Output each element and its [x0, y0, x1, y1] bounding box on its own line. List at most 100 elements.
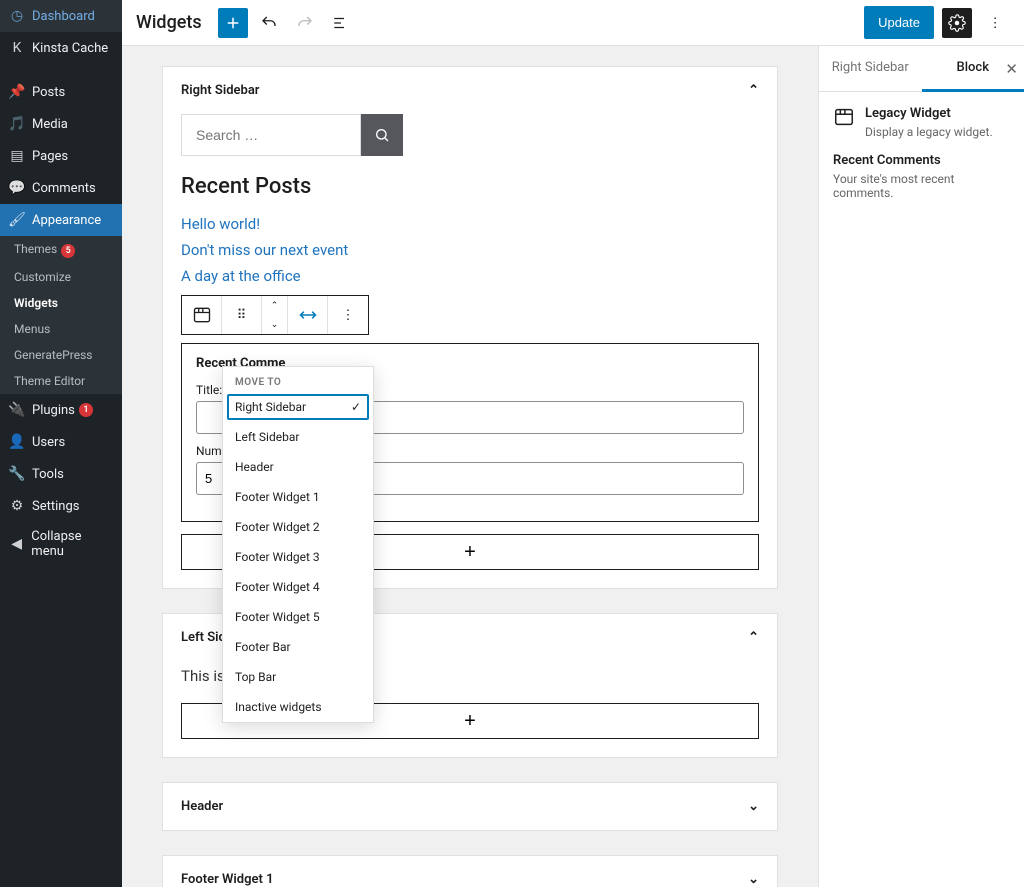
sidebar-item-users[interactable]: 👤Users: [0, 426, 122, 458]
pages-icon: ▤: [8, 147, 26, 165]
page-title: Widgets: [136, 12, 202, 33]
sidebar-item-label: Collapse menu: [31, 529, 114, 559]
sidebar-item-settings[interactable]: ⚙ Settings: [0, 490, 122, 522]
sidebar-item-label: Plugins: [32, 403, 75, 418]
sidebar-sub-themes[interactable]: Themes5: [0, 236, 122, 264]
badge: 1: [79, 403, 93, 417]
panel-footer-widget-1: Footer Widget 1 ⌄: [162, 855, 778, 887]
panel-title: Right Sidebar: [181, 83, 259, 98]
block-toolbar: ⠿ ⌃⌄ ⋮: [181, 295, 369, 335]
inspector-tab-area[interactable]: Right Sidebar: [819, 46, 922, 91]
sidebar-item-appearance[interactable]: 🖌 Appearance: [0, 204, 122, 236]
settings-icon: ⚙: [8, 497, 26, 515]
block-inspector: Right Sidebar Block ✕ Legacy Widget Disp…: [818, 46, 1024, 887]
moveto-item[interactable]: Footer Widget 2: [223, 512, 373, 542]
sidebar-item-label: Comments: [32, 181, 96, 196]
sidebar-item-plugins[interactable]: 🔌 Plugins 1: [0, 394, 122, 426]
sidebar-item-comments[interactable]: 💬 Comments: [0, 172, 122, 204]
moveto-item[interactable]: Footer Widget 3: [223, 542, 373, 572]
sidebar-sub-menus[interactable]: Menus: [0, 316, 122, 342]
sidebar-item-collapse[interactable]: ◀ Collapse menu: [0, 522, 122, 566]
panel-title: Header: [181, 799, 223, 814]
panel-header-area: Header ⌄: [162, 782, 778, 831]
sidebar-item-kinsta-cache[interactable]: K Kinsta Cache: [0, 32, 122, 64]
kinsta-icon: K: [8, 39, 26, 57]
sidebar-sub-customize[interactable]: Customize: [0, 264, 122, 290]
legacy-widget-icon: [833, 106, 855, 128]
chevron-up-icon: ⌃: [748, 83, 759, 98]
sidebar-item-label: Appearance: [32, 213, 101, 228]
check-icon: ✓: [351, 400, 361, 414]
sidebar-item-label: Posts: [32, 85, 65, 100]
close-inspector-button[interactable]: ✕: [1005, 60, 1018, 78]
chevron-down-icon: ⌄: [748, 872, 759, 887]
panel-header-header[interactable]: Header ⌄: [163, 783, 777, 830]
inspector-block-desc: Display a legacy widget.: [865, 125, 993, 139]
appearance-icon: 🖌: [8, 211, 26, 229]
tools-icon: 🔧: [8, 465, 26, 483]
sidebar-item-label: Pages: [32, 149, 68, 164]
plugins-icon: 🔌: [8, 401, 26, 419]
sidebar-item-dashboard[interactable]: ◷ Dashboard: [0, 0, 122, 32]
block-type-button[interactable]: [182, 296, 222, 334]
inspector-widget-desc: Your site's most recent comments.: [833, 172, 1010, 200]
panel-header-footer1[interactable]: Footer Widget 1 ⌄: [163, 856, 777, 887]
moveto-item[interactable]: Right Sidebar✓: [227, 394, 369, 420]
sidebar-item-label: Settings: [32, 499, 79, 514]
undo-button[interactable]: [254, 8, 284, 38]
panel-header-right-sidebar[interactable]: Right Sidebar ⌃: [163, 67, 777, 114]
move-up-button[interactable]: ⌃: [262, 296, 287, 315]
post-link[interactable]: Hello world!: [181, 211, 759, 237]
pin-icon: 📌: [8, 83, 26, 101]
post-link[interactable]: A day at the office: [181, 263, 759, 289]
block-more-button[interactable]: ⋮: [328, 296, 368, 334]
editor-topbar: Widgets Update ⋮: [122, 0, 1024, 46]
sidebar-sub-theme-editor[interactable]: Theme Editor: [0, 368, 122, 394]
moveto-item[interactable]: Header: [223, 452, 373, 482]
search-button[interactable]: [361, 114, 403, 156]
sidebar-item-label: Media: [32, 117, 68, 132]
moveto-item[interactable]: Footer Widget 1: [223, 482, 373, 512]
sidebar-item-posts[interactable]: 📌 Posts: [0, 76, 122, 108]
more-options-button[interactable]: ⋮: [980, 8, 1010, 38]
sidebar-item-label: Kinsta Cache: [32, 41, 108, 56]
moveto-heading: MOVE TO: [223, 367, 373, 392]
moveto-item[interactable]: Footer Widget 4: [223, 572, 373, 602]
redo-button[interactable]: [290, 8, 320, 38]
sidebar-item-media[interactable]: 🎵 Media: [0, 108, 122, 140]
media-icon: 🎵: [8, 115, 26, 133]
sidebar-sub-widgets[interactable]: Widgets: [0, 290, 122, 316]
chevron-down-icon: ⌄: [748, 799, 759, 814]
search-input[interactable]: [181, 114, 361, 156]
sidebar-item-tools[interactable]: 🔧 Tools: [0, 458, 122, 490]
move-down-button[interactable]: ⌄: [262, 315, 287, 334]
sidebar-submenu-appearance: Themes5 Customize Widgets Menus Generate…: [0, 236, 122, 394]
moveto-item[interactable]: Footer Widget 5: [223, 602, 373, 632]
add-block-button[interactable]: [218, 8, 248, 38]
settings-button[interactable]: [942, 8, 972, 38]
inspector-widget-title: Recent Comments: [833, 153, 1010, 168]
sidebar-item-label: Tools: [32, 467, 64, 482]
panel-title: Footer Widget 1: [181, 872, 274, 887]
recent-posts-heading: Recent Posts: [181, 174, 759, 199]
drag-handle[interactable]: ⠿: [222, 296, 262, 334]
sidebar-item-label: Dashboard: [32, 9, 95, 24]
update-button[interactable]: Update: [864, 6, 934, 39]
move-to-button[interactable]: [288, 296, 328, 334]
moveto-item[interactable]: Top Bar: [223, 662, 373, 692]
collapse-icon: ◀: [8, 535, 25, 553]
badge: 5: [61, 244, 75, 258]
comments-icon: 💬: [8, 179, 26, 197]
widgets-content[interactable]: Right Sidebar ⌃ Recent Posts Hello world…: [122, 46, 818, 887]
inspector-block-title: Legacy Widget: [865, 106, 993, 121]
sidebar-item-pages[interactable]: ▤ Pages: [0, 140, 122, 172]
moveto-item[interactable]: Footer Bar: [223, 632, 373, 662]
list-view-button[interactable]: [326, 8, 356, 38]
moveto-item[interactable]: Left Sidebar: [223, 422, 373, 452]
moveto-item[interactable]: Inactive widgets: [223, 692, 373, 722]
users-icon: 👤: [8, 433, 26, 451]
admin-sidebar: ◷ Dashboard K Kinsta Cache 📌 Posts 🎵 Media ▤…: [0, 0, 122, 887]
post-link[interactable]: Don't miss our next event: [181, 237, 759, 263]
sidebar-sub-generatepress[interactable]: GeneratePress: [0, 342, 122, 368]
dashboard-icon: ◷: [8, 7, 26, 25]
